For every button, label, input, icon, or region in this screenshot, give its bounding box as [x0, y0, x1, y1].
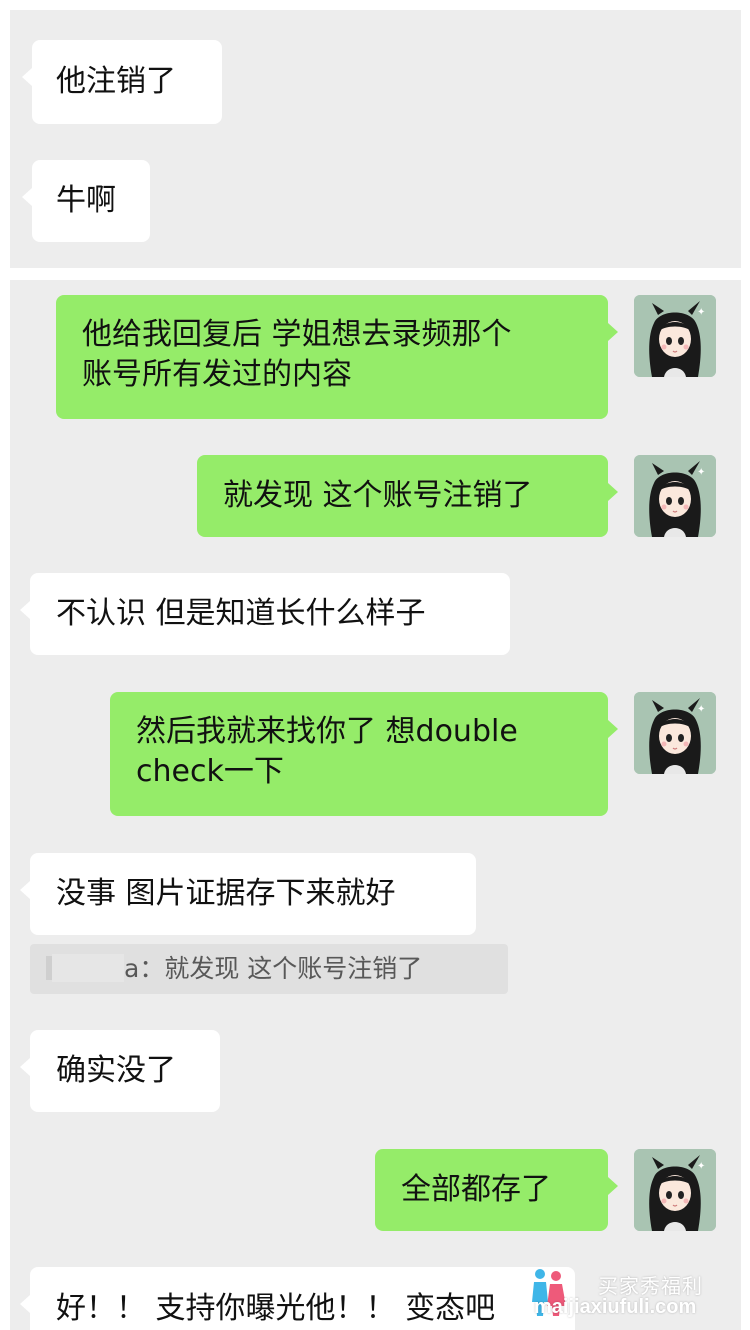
- message-line: 账号所有发过的内容: [82, 357, 352, 392]
- message-bubble-outgoing[interactable]: 就发现 这个账号注销了: [197, 455, 618, 537]
- message-bubble-outgoing[interactable]: 他给我回复后 学姐想去录频那个 账号所有发过的内容: [56, 295, 618, 419]
- anime-girl-avatar-icon: [634, 455, 716, 537]
- anime-girl-avatar-icon: [634, 692, 716, 774]
- message-line: 好！！ 支持你曝光他！！ 变态吧: [56, 1291, 496, 1326]
- chat-panel-top: 他注销了 牛啊: [10, 10, 741, 268]
- message-line: 确实没了: [56, 1053, 176, 1088]
- anime-girl-avatar-icon: [634, 1149, 716, 1231]
- message-bubble-incoming[interactable]: 确实没了: [20, 1030, 220, 1112]
- avatar[interactable]: [634, 1149, 716, 1231]
- message-line: 全部都存了: [401, 1172, 551, 1207]
- message-bubble-incoming[interactable]: 牛啊: [22, 160, 150, 242]
- quote-sender: a：: [124, 954, 165, 983]
- quoted-message[interactable]: a：就发现 这个账号注销了: [30, 944, 508, 994]
- avatar[interactable]: [634, 295, 716, 377]
- quote-text: 就发现 这个账号注销了: [164, 954, 423, 983]
- avatar[interactable]: [634, 692, 716, 774]
- message-bubble-incoming[interactable]: 没事 图片证据存下来就好: [20, 853, 476, 935]
- watermark-url: maijiaxiufuli.com: [534, 1296, 697, 1318]
- message-bubble-incoming[interactable]: 不认识 但是知道长什么样子: [20, 573, 510, 655]
- watermark: 买家秀福利 maijiaxiufuli.com: [520, 1262, 745, 1324]
- message-line: 没事 图片证据存下来就好: [56, 876, 396, 911]
- message-line: 不认识 但是知道长什么样子: [56, 596, 426, 631]
- message-line: check一下: [136, 754, 284, 789]
- message-text: 牛啊: [56, 183, 116, 218]
- message-line: 他给我回复后 学姐想去录频那个: [82, 317, 512, 352]
- blurred-name: [52, 954, 124, 982]
- message-line: 就发现 这个账号注销了: [223, 478, 533, 513]
- anime-girl-avatar-icon: [634, 295, 716, 377]
- message-bubble-outgoing[interactable]: 全部都存了: [375, 1149, 618, 1231]
- message-bubble-incoming[interactable]: 好！！ 支持你曝光他！！ 变态吧: [20, 1267, 575, 1330]
- message-bubble-incoming[interactable]: 他注销了: [22, 40, 222, 124]
- message-text: 他注销了: [56, 64, 176, 99]
- message-bubble-outgoing[interactable]: 然后我就来找你了 想double check一下: [110, 692, 618, 816]
- avatar[interactable]: [634, 455, 716, 537]
- message-line: 然后我就来找你了 想double: [136, 714, 518, 749]
- watermark-title: 买家秀福利: [598, 1276, 703, 1298]
